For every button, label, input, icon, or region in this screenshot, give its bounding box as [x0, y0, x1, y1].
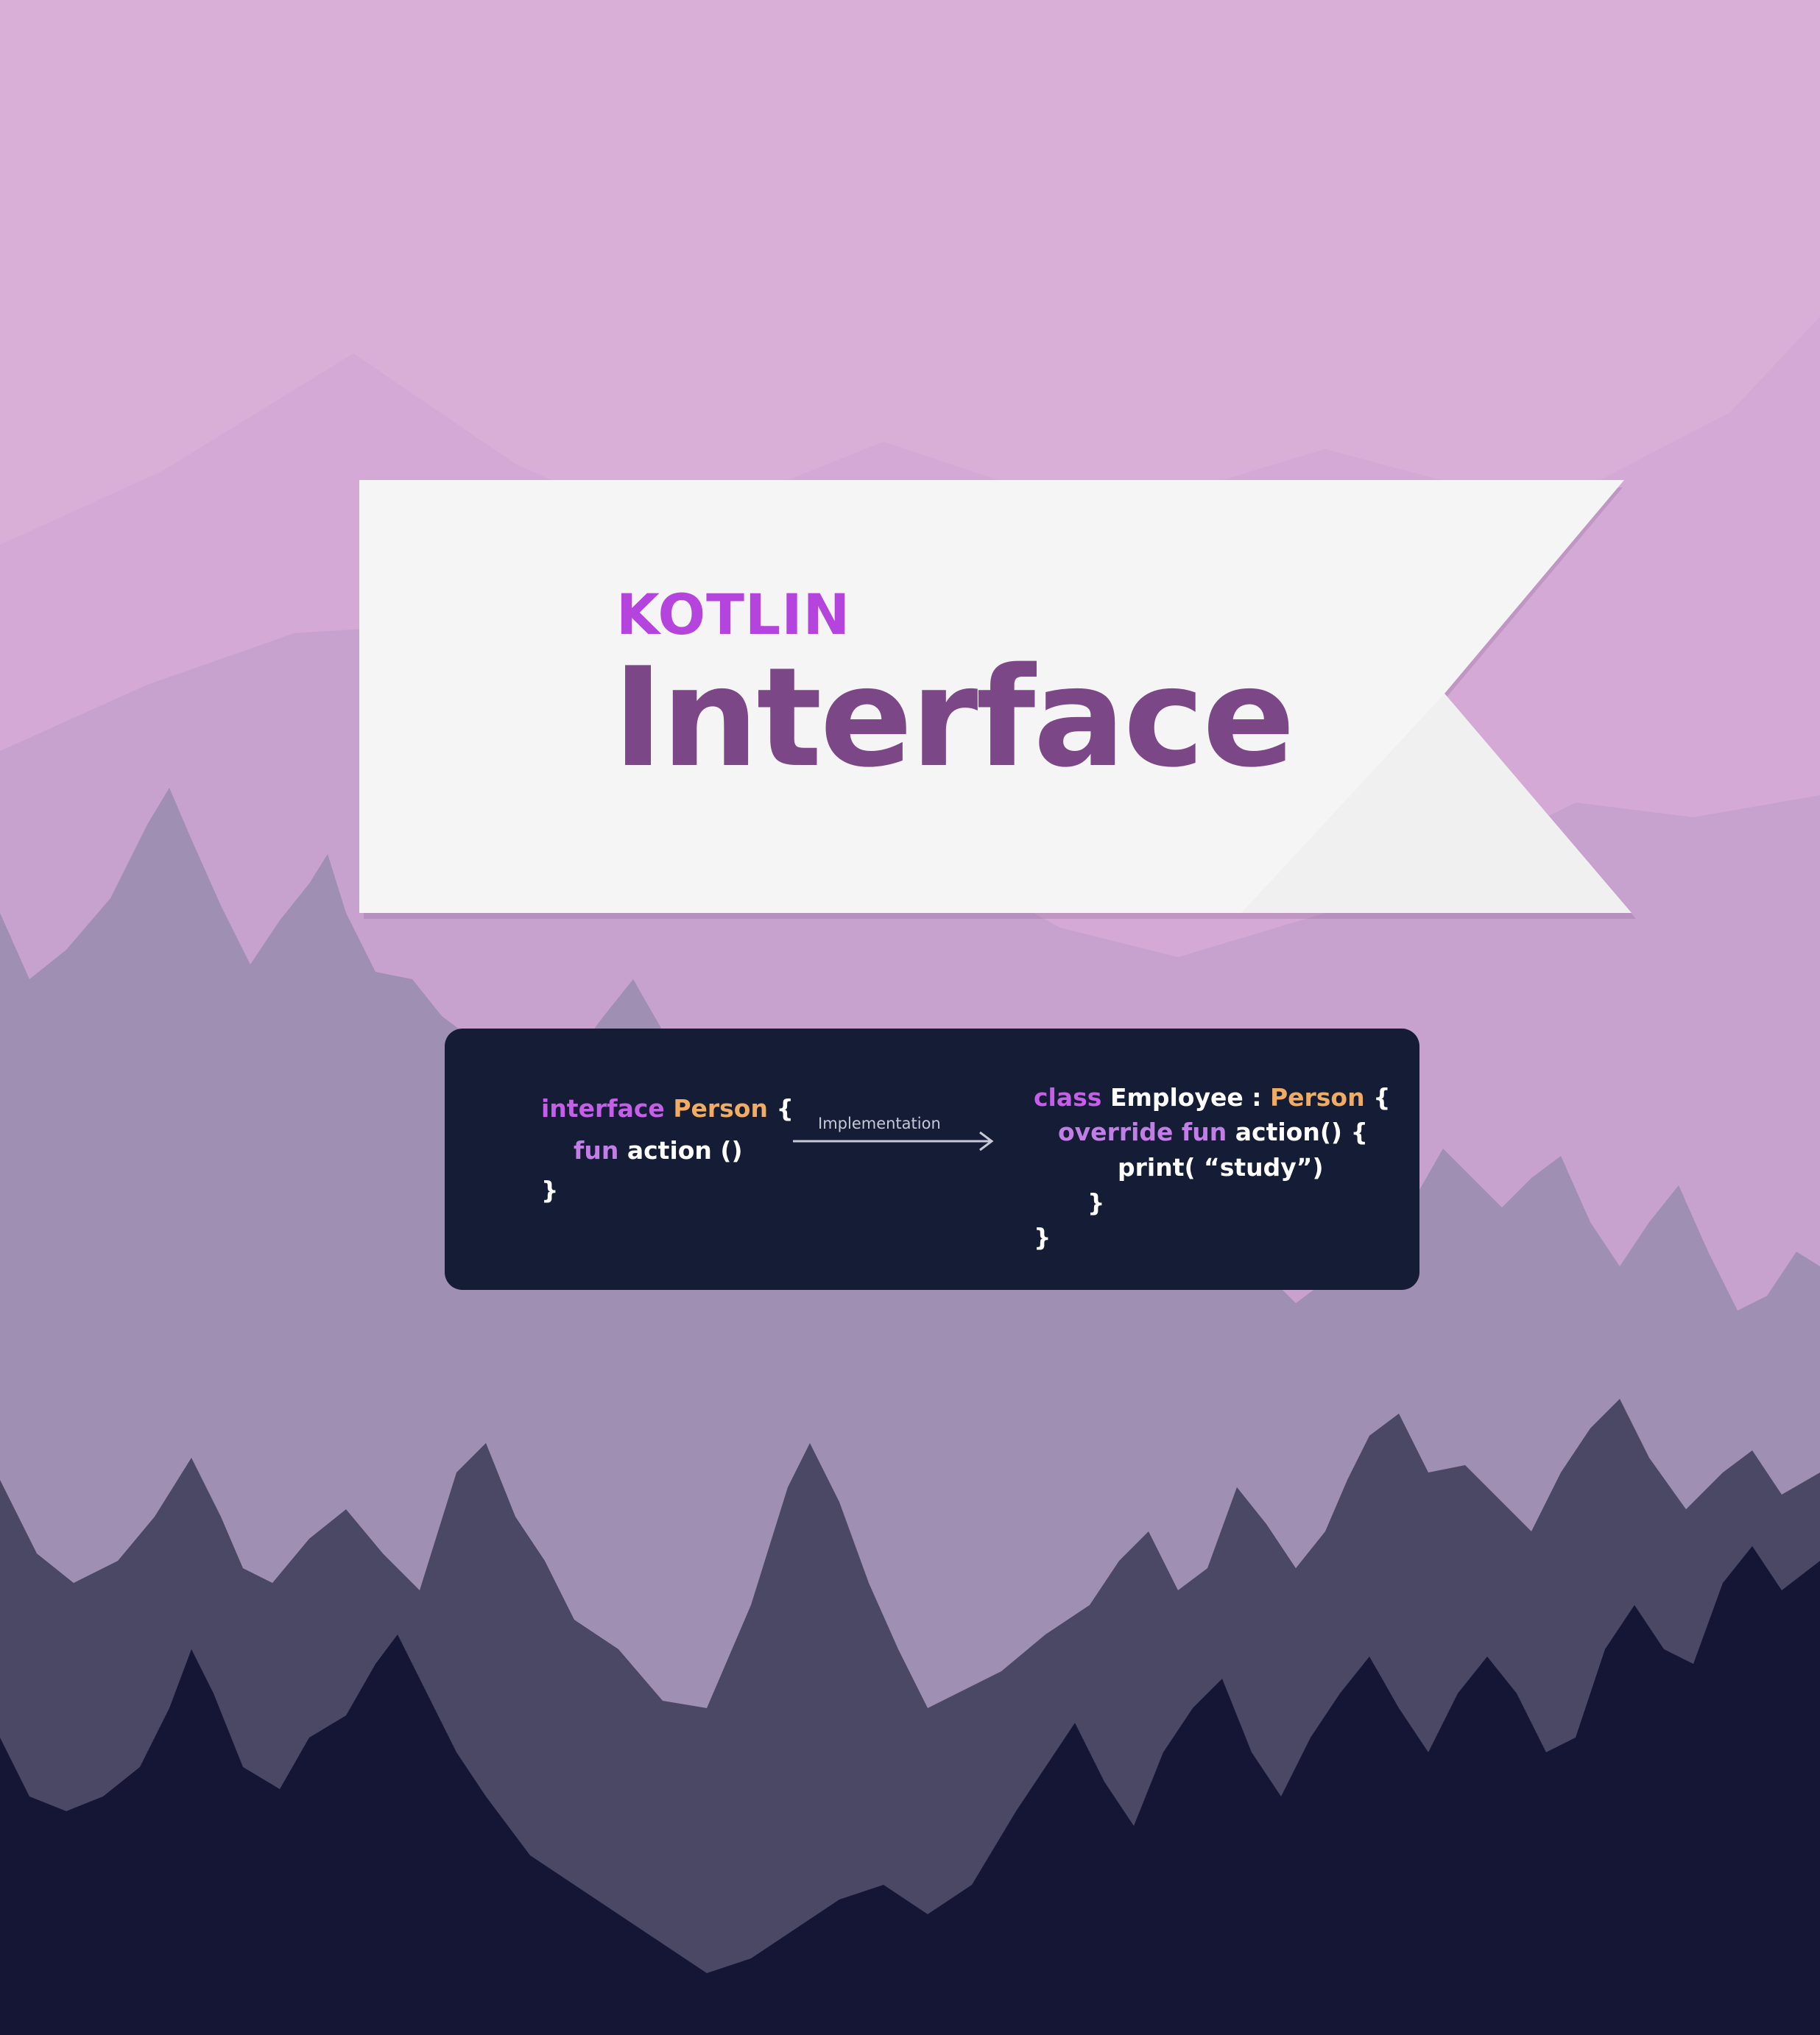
code-text: } — [1087, 1188, 1105, 1217]
code-keyword: interface — [541, 1094, 665, 1123]
forest-mountain-background — [0, 0, 1820, 2035]
title-banner: KOTLIN Interface — [359, 480, 1636, 919]
interface-method-line: fun action () — [574, 1138, 743, 1163]
page-title: Interface — [613, 638, 1295, 797]
right-arrow-icon — [793, 1131, 994, 1151]
code-keyword: class — [1034, 1083, 1102, 1112]
code-text: print( “study”) — [1118, 1153, 1324, 1182]
code-text: } — [1034, 1223, 1051, 1252]
print-statement-line: print( “study”) — [1118, 1155, 1324, 1179]
code-keyword: fun — [574, 1136, 619, 1165]
interface-closing-line: } — [541, 1178, 559, 1202]
class-declaration-line: class Employee : Person { — [1034, 1085, 1391, 1110]
code-brace: { — [776, 1094, 794, 1123]
code-comparison-panel: interface Person { fun action () } Imple… — [445, 1029, 1419, 1290]
override-method-line: override fun action() { — [1058, 1120, 1368, 1144]
code-text: Employee : — [1110, 1083, 1262, 1112]
code-brace: { — [1373, 1083, 1391, 1112]
class-closing-line: } — [1034, 1225, 1051, 1249]
code-text: action() { — [1235, 1118, 1368, 1146]
code-text: } — [541, 1176, 559, 1205]
code-text: action () — [627, 1136, 743, 1165]
code-type-name: Person — [1269, 1083, 1365, 1112]
interface-declaration-line: interface Person { — [541, 1096, 794, 1121]
code-keyword: override fun — [1058, 1118, 1227, 1146]
kicker-label: KOTLIN — [616, 582, 851, 647]
method-closing-line: } — [1087, 1191, 1105, 1215]
code-type-name: Person — [673, 1094, 768, 1123]
